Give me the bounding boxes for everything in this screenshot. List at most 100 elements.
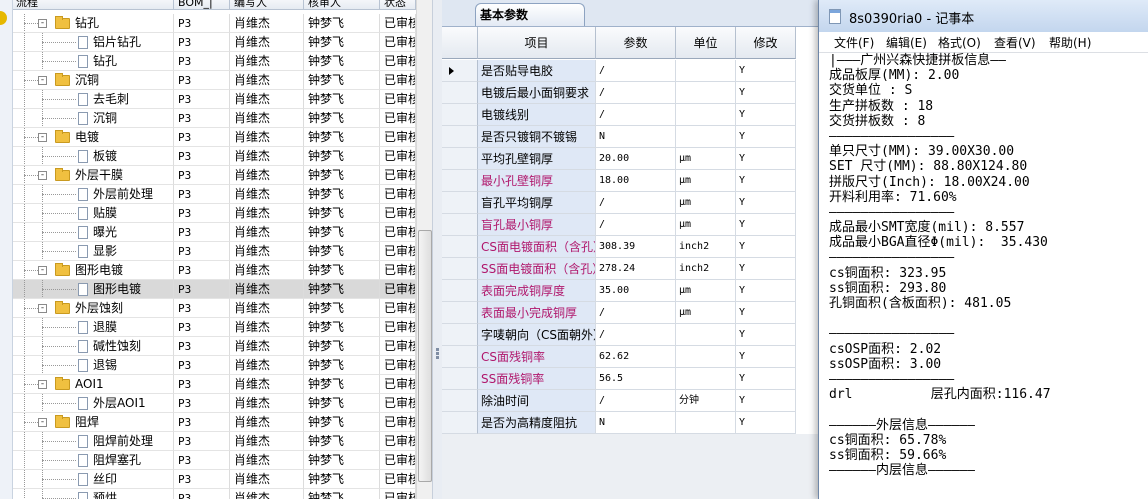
tree-row[interactable]: 丝印 P3肖维杰钟梦飞已审核 [12, 470, 432, 489]
param-value-cell[interactable]: 35.00 [596, 280, 676, 302]
process-cell[interactable]: 图形电镀 [12, 280, 174, 299]
param-edit-cell[interactable]: Y [736, 346, 796, 368]
tree-row[interactable]: 贴膜 P3肖维杰钟梦飞已审核 [12, 204, 432, 223]
tree-row[interactable]: 铝片钻孔 P3肖维杰钟梦飞已审核 [12, 33, 432, 52]
collapse-toggle[interactable]: - [38, 133, 47, 142]
tree-row[interactable]: 退膜 P3肖维杰钟梦飞已审核 [12, 318, 432, 337]
process-cell[interactable]: - 外层干膜 [12, 166, 174, 185]
param-value-cell[interactable]: 20.00 [596, 148, 676, 170]
param-unit-cell[interactable]: μm [676, 192, 736, 214]
tree-group-row[interactable]: - AOI1 P3肖维杰钟梦飞已审核 [12, 375, 432, 394]
param-row[interactable]: 是否为高精度阻抗 N Y [442, 412, 822, 434]
param-column-header[interactable]: 项目 [478, 27, 596, 59]
row-selector[interactable] [442, 192, 478, 214]
process-cell[interactable]: - 沉铜 [12, 71, 174, 90]
row-selector[interactable] [442, 280, 478, 302]
tree-row[interactable]: 阻焊前处理 P3肖维杰钟梦飞已审核 [12, 432, 432, 451]
param-row[interactable]: 盲孔最小铜厚 / μm Y [442, 214, 822, 236]
tree-row[interactable]: 钻孔 P3肖维杰钟梦飞已审核 [12, 52, 432, 71]
row-selector[interactable] [442, 126, 478, 148]
column-header[interactable]: 核审人 [304, 0, 380, 10]
process-cell[interactable]: 贴膜 [12, 204, 174, 223]
menu-item[interactable]: 文件(F) [834, 34, 874, 51]
tree-row[interactable]: 显影 P3肖维杰钟梦飞已审核 [12, 242, 432, 261]
process-cell[interactable]: 显影 [12, 242, 174, 261]
param-edit-cell[interactable]: Y [736, 170, 796, 192]
tree-scrollbar-thumb[interactable] [418, 230, 432, 482]
process-cell[interactable]: 去毛刺 [12, 90, 174, 109]
process-cell[interactable]: - AOI1 [12, 375, 174, 394]
row-selector[interactable] [442, 104, 478, 126]
param-value-cell[interactable]: / [596, 60, 676, 82]
param-row[interactable]: 表面最小完成铜厚 / μm Y [442, 302, 822, 324]
process-cell[interactable]: 丝印 [12, 470, 174, 489]
column-header[interactable]: 状态 [380, 0, 416, 10]
tree-row[interactable]: 退锡 P3肖维杰钟梦飞已审核 [12, 356, 432, 375]
param-edit-cell[interactable]: Y [736, 412, 796, 434]
process-cell[interactable]: - 钻孔 [12, 14, 174, 33]
collapse-toggle[interactable]: - [38, 19, 47, 28]
param-value-cell[interactable]: N [596, 126, 676, 148]
menu-item[interactable]: 格式(O) [938, 34, 981, 51]
row-selector[interactable] [442, 82, 478, 104]
param-edit-cell[interactable]: Y [736, 126, 796, 148]
param-unit-cell[interactable]: μm [676, 170, 736, 192]
process-cell[interactable]: 外层AOI1 [12, 394, 174, 413]
row-selector[interactable] [442, 258, 478, 280]
param-unit-cell[interactable]: inch2 [676, 236, 736, 258]
param-value-cell[interactable]: / [596, 104, 676, 126]
param-value-cell[interactable]: 278.24 [596, 258, 676, 280]
menu-item[interactable]: 帮助(H) [1049, 34, 1091, 51]
collapse-toggle[interactable]: - [38, 266, 47, 275]
tree-group-row[interactable]: - 图形电镀 P3肖维杰钟梦飞已审核 [12, 261, 432, 280]
row-selector[interactable] [442, 170, 478, 192]
param-edit-cell[interactable]: Y [736, 192, 796, 214]
param-unit-cell[interactable]: inch2 [676, 258, 736, 280]
tree-row[interactable]: 碱性蚀刻 P3肖维杰钟梦飞已审核 [12, 337, 432, 356]
param-row[interactable]: 电镀后最小面铜要求 / Y [442, 82, 822, 104]
row-selector[interactable] [442, 346, 478, 368]
process-cell[interactable]: 阻焊塞孔 [12, 451, 174, 470]
param-row[interactable]: CS面电镀面积（含孔） 308.39 inch2 Y [442, 236, 822, 258]
param-edit-cell[interactable]: Y [736, 324, 796, 346]
param-edit-cell[interactable]: Y [736, 60, 796, 82]
collapse-toggle[interactable]: - [38, 76, 47, 85]
collapse-toggle[interactable]: - [38, 171, 47, 180]
param-column-header[interactable]: 单位 [676, 27, 736, 59]
column-header[interactable]: 编写人 [230, 0, 304, 10]
param-unit-cell[interactable] [676, 324, 736, 346]
param-unit-cell[interactable]: μm [676, 148, 736, 170]
param-edit-cell[interactable]: Y [736, 214, 796, 236]
tree-group-row[interactable]: - 阻焊 P3肖维杰钟梦飞已审核 [12, 413, 432, 432]
process-cell[interactable]: 阻焊前处理 [12, 432, 174, 451]
param-unit-cell[interactable]: 分钟 [676, 390, 736, 412]
param-row[interactable]: 表面完成铜厚度 35.00 μm Y [442, 280, 822, 302]
collapse-toggle[interactable]: - [38, 418, 47, 427]
process-cell[interactable]: - 外层蚀刻 [12, 299, 174, 318]
tree-row[interactable]: 板镀 P3肖维杰钟梦飞已审核 [12, 147, 432, 166]
param-unit-cell[interactable] [676, 104, 736, 126]
process-cell[interactable]: 曝光 [12, 223, 174, 242]
column-header[interactable]: BOM_| [174, 0, 230, 10]
param-unit-cell[interactable] [676, 82, 736, 104]
process-cell[interactable]: 钻孔 [12, 52, 174, 71]
param-unit-cell[interactable] [676, 126, 736, 148]
param-value-cell[interactable]: / [596, 324, 676, 346]
param-column-header[interactable]: 修改 [736, 27, 796, 59]
tree-row[interactable]: 图形电镀 P3肖维杰钟梦飞已审核 [12, 280, 432, 299]
param-row[interactable]: 字唛朝向（CS面朝外） / Y [442, 324, 822, 346]
param-value-cell[interactable]: / [596, 390, 676, 412]
process-cell[interactable]: 退锡 [12, 356, 174, 375]
tree-group-row[interactable]: - 外层干膜 P3肖维杰钟梦飞已审核 [12, 166, 432, 185]
tree-group-row[interactable]: - 电镀 P3肖维杰钟梦飞已审核 [12, 128, 432, 147]
process-cell[interactable]: - 阻焊 [12, 413, 174, 432]
param-value-cell[interactable]: 308.39 [596, 236, 676, 258]
row-selector[interactable] [442, 324, 478, 346]
param-row[interactable]: 盲孔平均铜厚 / μm Y [442, 192, 822, 214]
row-selector[interactable] [442, 236, 478, 258]
param-row[interactable]: 除油时间 / 分钟 Y [442, 390, 822, 412]
tree-group-row[interactable]: - 沉铜 P3肖维杰钟梦飞已审核 [12, 71, 432, 90]
tree-group-row[interactable]: - 外层蚀刻 P3肖维杰钟梦飞已审核 [12, 299, 432, 318]
param-edit-cell[interactable]: Y [736, 148, 796, 170]
param-edit-cell[interactable]: Y [736, 368, 796, 390]
